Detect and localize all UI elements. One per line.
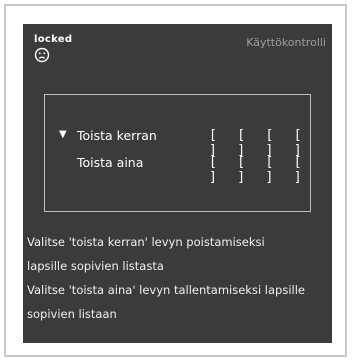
code-slot[interactable]: [ ]	[209, 128, 225, 158]
code-slot[interactable]: [ ]	[237, 155, 253, 185]
options-box: ▼ Toista kerran [ ] [ ] [ ] [ ] Toista a…	[44, 94, 311, 212]
page-title: Käyttökontrolli	[246, 36, 326, 49]
help-text: sopivien listaan	[27, 307, 117, 321]
lock-status-label: locked	[34, 34, 73, 45]
option-label: Toista aina	[77, 155, 144, 170]
option-play-always[interactable]: Toista aina [ ] [ ] [ ] [ ]	[45, 155, 310, 185]
code-slot[interactable]: [ ]	[266, 128, 282, 158]
code-slots: [ ] [ ] [ ] [ ]	[209, 128, 310, 158]
parental-control-panel: locked Käyttökontrolli ▼ Toista kerran […	[23, 24, 332, 343]
help-text: Valitse 'toista kerran' levyn poistamise…	[27, 235, 265, 249]
code-slot[interactable]: [ ]	[294, 155, 310, 185]
code-slot[interactable]: [ ]	[294, 128, 310, 158]
option-label: Toista kerran	[77, 128, 157, 143]
code-slot[interactable]: [ ]	[237, 128, 253, 158]
selection-arrow-icon: ▼	[59, 129, 67, 140]
sad-face-icon	[34, 47, 50, 63]
help-text: lapsille sopivien listasta	[27, 259, 164, 273]
code-slots: [ ] [ ] [ ] [ ]	[209, 155, 310, 185]
help-text: Valitse 'toista aina' levyn tallentamise…	[27, 283, 305, 297]
code-slot[interactable]: [ ]	[266, 155, 282, 185]
code-slot[interactable]: [ ]	[209, 155, 225, 185]
option-play-once[interactable]: ▼ Toista kerran [ ] [ ] [ ] [ ]	[45, 128, 310, 158]
